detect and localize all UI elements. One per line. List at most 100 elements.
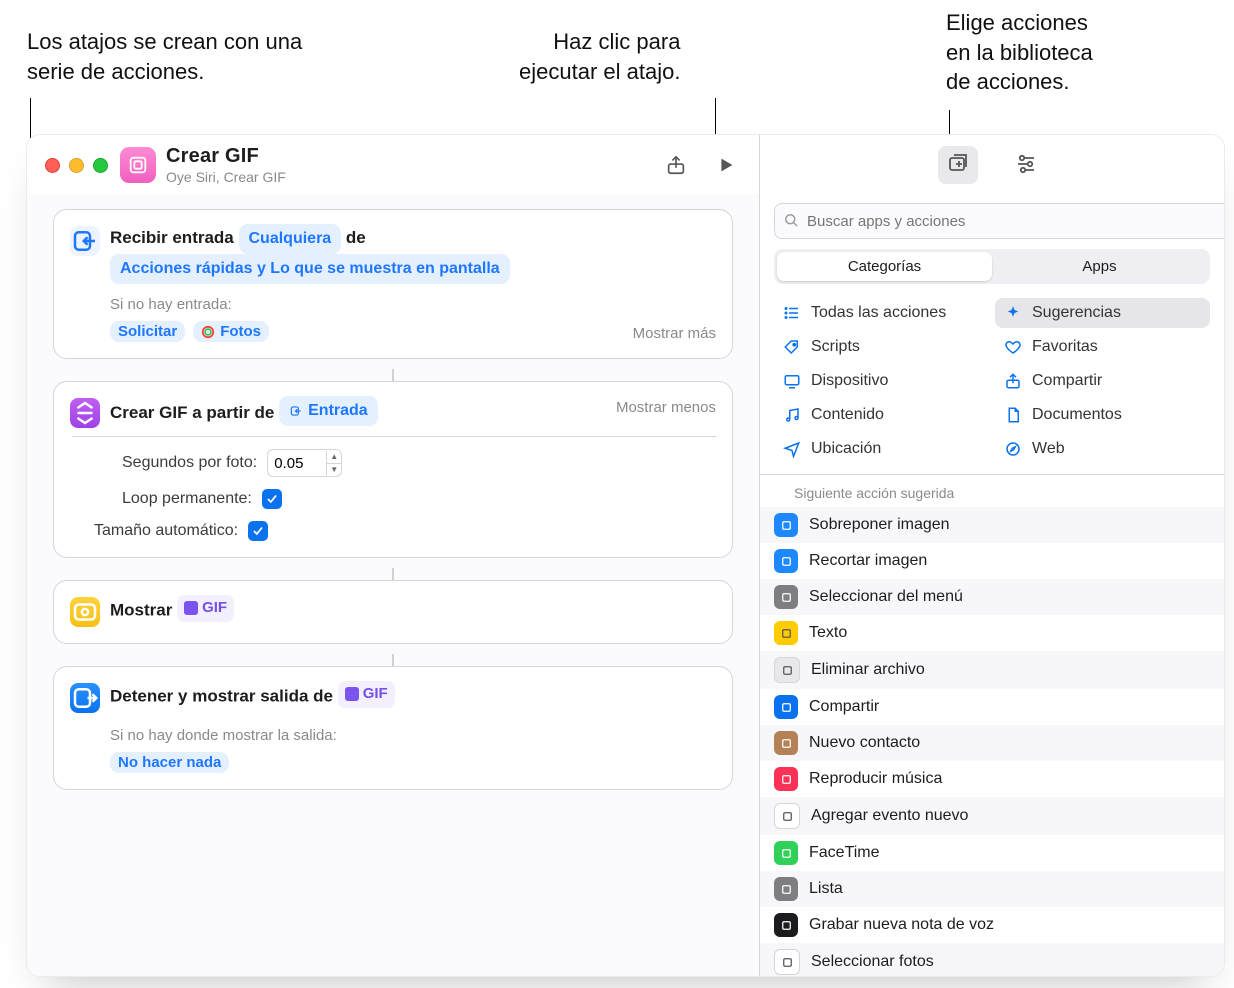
tag-icon [782,338,802,356]
cat-scripts[interactable]: Scripts [774,332,989,362]
cat-location[interactable]: Ubicación [774,434,989,464]
seconds-input[interactable] [268,455,326,472]
app-icon [774,657,800,683]
show-more-link[interactable]: Mostrar más [633,322,716,342]
gif-variable-token[interactable]: GIF [338,681,395,708]
suggestion-row[interactable]: Seleccionar del menú [760,579,1224,615]
suggestion-row[interactable]: Sobreponer imagen [760,507,1224,543]
suggestion-row[interactable]: Texto [760,615,1224,651]
cat-documents[interactable]: Documentos [995,400,1210,430]
suggestion-row[interactable]: Reproducir música [760,761,1224,797]
step-up[interactable]: ▲ [327,451,341,464]
close-window-button[interactable] [45,158,60,173]
suggestion-label: Seleccionar fotos [811,953,934,971]
input-icon [70,226,100,256]
cat-suggestions[interactable]: Sugerencias [995,298,1210,328]
loop-label: Loop permanente: [122,490,252,508]
suggestion-row[interactable]: Seleccionar fotos [760,943,1224,976]
app-icon [774,877,798,901]
suggestion-label: Recortar imagen [809,552,927,570]
ask-token[interactable]: Solicitar [110,321,185,342]
segment-categories[interactable]: Categorías [777,252,992,281]
suggestion-label: Sobreponer imagen [809,516,950,534]
minimize-window-button[interactable] [69,158,84,173]
side-toolbar [760,135,1224,195]
shortcut-title[interactable]: Crear GIF [166,145,665,168]
location-icon [782,440,802,458]
app-icon [774,695,798,719]
callout-actions: Los atajos se crean con una serie de acc… [27,27,302,86]
suggestion-label: Eliminar archivo [811,661,925,679]
share-icon [1003,372,1023,390]
do-nothing-token[interactable]: No hacer nada [110,752,229,773]
gif-variable-token[interactable]: GIF [177,595,234,622]
output-icon [70,683,100,713]
display-icon [782,372,802,390]
step-down[interactable]: ▼ [327,464,341,476]
shortcut-glyph-icon [120,147,156,183]
action-lead: Crear GIF a partir de [110,403,274,422]
autosize-label: Tamaño automático: [94,522,238,540]
suggestion-label: Seleccionar del menú [809,588,963,606]
cat-content[interactable]: Contenido [774,400,989,430]
suggestion-row[interactable]: Agregar evento nuevo [760,797,1224,835]
seconds-label: Segundos por foto: [122,454,257,472]
details-toggle-button[interactable] [1006,146,1046,184]
segment-apps[interactable]: Apps [992,252,1207,281]
action-suggestion-list[interactable]: Sobreponer imagen Recortar imagen Seleccio… [760,507,1224,976]
share-button[interactable] [665,154,687,176]
suggestion-row[interactable]: Lista [760,871,1224,907]
action-receive-input[interactable]: Recibir entrada Cualquiera de Acciones r… [53,209,733,359]
action-editor[interactable]: Recibir entrada Cualquiera de Acciones r… [27,195,759,976]
suggestion-row[interactable]: Nuevo contacto [760,725,1224,761]
action-stop-output[interactable]: Detener y mostrar salida de GIF Si no ha… [53,666,733,790]
cat-share[interactable]: Compartir [995,366,1210,396]
callout-library: Elige acciones en la biblioteca de accio… [946,8,1093,97]
from-token[interactable]: Acciones rápidas y Lo que se muestra en … [110,254,510,284]
library-toggle-button[interactable] [938,146,978,184]
suggestion-label: Grabar nueva nota de voz [809,916,994,934]
music-icon [782,406,802,424]
search-field[interactable] [774,203,1210,239]
action-make-gif[interactable]: Crear GIF a partir de Entrada Mostrar me… [53,381,733,558]
zoom-window-button[interactable] [93,158,108,173]
autosize-checkbox[interactable] [248,521,268,541]
input-variable-token[interactable]: Entrada [279,396,378,426]
titlebar: Crear GIF Oye Siri, Crear GIF [27,135,759,195]
list-icon [782,304,802,322]
suggestion-label: FaceTime [809,844,880,862]
cat-all[interactable]: Todas las acciones [774,298,989,328]
suggestion-row[interactable]: Eliminar archivo [760,651,1224,689]
gif-icon [70,398,100,428]
window-controls [45,158,108,173]
app-icon [774,731,798,755]
shortcut-subtitle: Oye Siri, Crear GIF [166,169,665,185]
action-lead: Recibir entrada [110,228,234,247]
suggestion-label: Compartir [809,698,879,716]
search-icon [782,211,800,229]
cat-device[interactable]: Dispositivo [774,366,989,396]
cat-web[interactable]: Web [995,434,1210,464]
library-pane: Categorías Apps Todas las acciones Suger… [759,135,1224,976]
cat-favorites[interactable]: Favoritas [995,332,1210,362]
run-button[interactable] [715,154,737,176]
photos-app-token[interactable]: Fotos [193,321,269,342]
suggestion-row[interactable]: Compartir [760,689,1224,725]
show-less-link[interactable]: Mostrar menos [616,396,716,416]
segment-control[interactable]: Categorías Apps [774,249,1210,284]
seconds-stepper[interactable]: ▲▼ [267,449,342,477]
suggestion-row[interactable]: FaceTime [760,835,1224,871]
action-show-result[interactable]: Mostrar GIF [53,580,733,644]
loop-checkbox[interactable] [262,489,282,509]
any-input-token[interactable]: Cualquiera [239,224,342,254]
callout-run: Haz clic para ejecutar el atajo. [519,27,680,86]
app-icon [774,803,800,829]
heart-icon [1003,338,1023,356]
sparkle-icon [1003,304,1023,322]
editor-pane: Crear GIF Oye Siri, Crear GIF [27,135,759,976]
search-input[interactable] [774,203,1225,239]
app-icon [774,585,798,609]
suggestion-row[interactable]: Recortar imagen [760,543,1224,579]
suggestion-row[interactable]: Grabar nueva nota de voz [760,907,1224,943]
category-grid: Todas las acciones Sugerencias Scripts F… [760,294,1224,474]
